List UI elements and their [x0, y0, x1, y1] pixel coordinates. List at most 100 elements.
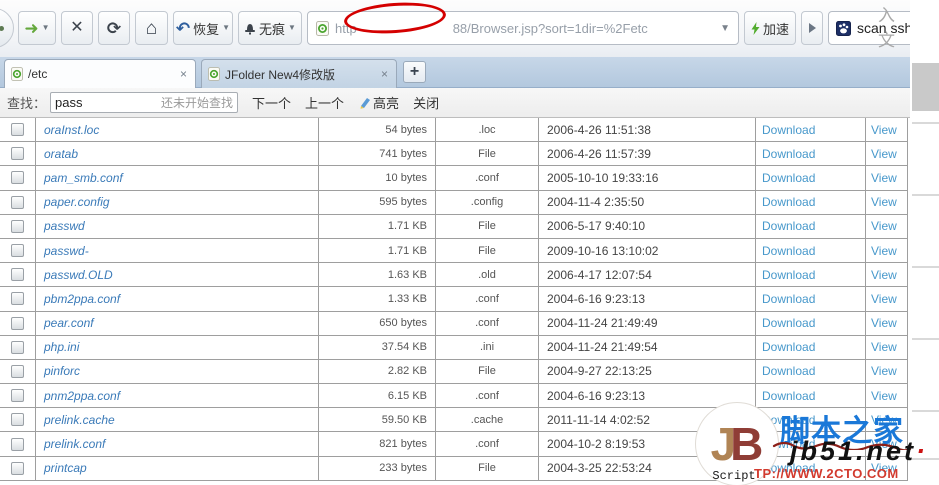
find-next-button[interactable]: 下一个 — [252, 93, 291, 112]
file-name-link[interactable]: prelink.conf — [44, 437, 105, 451]
file-type: .conf — [436, 166, 539, 189]
file-date: 2004-6-16 9:23:13 — [539, 384, 756, 407]
file-size: 2.82 KB — [319, 360, 436, 383]
download-link[interactable]: Download — [762, 364, 815, 378]
row-checkbox[interactable] — [11, 220, 24, 233]
file-name-link[interactable]: printcap — [44, 461, 87, 475]
url-dropdown-icon[interactable]: ▼ — [720, 23, 730, 34]
view-link[interactable]: View — [871, 389, 897, 403]
find-input[interactable]: pass 还未开始查找 — [50, 92, 238, 113]
download-link[interactable]: Download — [762, 147, 815, 161]
tab-close-icon[interactable]: × — [379, 67, 390, 81]
refresh-button[interactable]: ⟳ — [98, 11, 130, 45]
view-link[interactable]: View — [871, 340, 897, 354]
view-link[interactable]: View — [871, 219, 897, 233]
find-highlight-button[interactable]: 高亮 — [358, 93, 399, 112]
file-name-link[interactable]: pear.conf — [44, 316, 94, 330]
download-link[interactable]: Download — [762, 389, 815, 403]
download-link[interactable]: Download — [762, 461, 815, 475]
view-link[interactable]: View — [871, 147, 897, 161]
file-type: .cache — [436, 408, 539, 431]
file-name-link[interactable]: prelink.cache — [44, 413, 115, 427]
row-checkbox[interactable] — [11, 341, 24, 354]
download-link[interactable]: Download — [762, 413, 815, 427]
find-highlight-label: 高亮 — [373, 93, 399, 112]
chevron-down-icon: ▼ — [288, 24, 296, 32]
view-link[interactable]: View — [871, 413, 897, 427]
file-name-link[interactable]: pam_smb.conf — [44, 171, 123, 185]
file-name-link[interactable]: paper.config — [44, 195, 110, 209]
view-link[interactable]: View — [871, 316, 897, 330]
url-bar[interactable]: http 88/Browser.jsp?sort=1dir=%2Fetc ▼ — [307, 11, 739, 45]
find-close-button[interactable]: 关闭 — [413, 93, 439, 112]
file-name-link[interactable]: oraInst.loc — [44, 123, 99, 137]
forward-button[interactable]: ➜ ▼ — [18, 11, 56, 45]
file-date: 2004-11-24 21:49:49 — [539, 312, 756, 335]
download-link[interactable]: Download — [762, 437, 815, 451]
row-checkbox[interactable] — [11, 147, 24, 160]
file-name-link[interactable]: oratab — [44, 147, 78, 161]
speed-button[interactable]: 加速 — [744, 11, 796, 45]
download-link[interactable]: Download — [762, 268, 815, 282]
incognito-button[interactable]: 无痕 ▼ — [238, 11, 302, 45]
stop-button[interactable]: ✕ — [61, 11, 93, 45]
view-link[interactable]: View — [871, 292, 897, 306]
find-prev-button[interactable]: 上一个 — [305, 93, 344, 112]
background-line — [912, 458, 939, 460]
row-checkbox[interactable] — [11, 389, 24, 402]
row-checkbox[interactable] — [11, 438, 24, 451]
speed-label: 加速 — [763, 19, 789, 38]
row-checkbox[interactable] — [11, 413, 24, 426]
download-link[interactable]: Download — [762, 171, 815, 185]
file-date: 2004-6-16 9:23:13 — [539, 287, 756, 310]
file-name-link[interactable]: php.ini — [44, 340, 79, 354]
tab-jfolder[interactable]: JFolder New4修改版 × — [201, 59, 397, 88]
download-link[interactable]: Download — [762, 244, 815, 258]
download-link[interactable]: Download — [762, 219, 815, 233]
file-name-link[interactable]: pbm2ppa.conf — [44, 292, 120, 306]
browser-window: ➜ ▼ ✕ ⟳ ⌂ ↶ 恢复 ▼ 无痕 ▼ — [0, 0, 910, 481]
view-link[interactable]: View — [871, 268, 897, 282]
background-line — [912, 338, 939, 340]
download-link[interactable]: Download — [762, 340, 815, 354]
row-checkbox[interactable] — [11, 462, 24, 475]
row-checkbox[interactable] — [11, 123, 24, 136]
tab-etc[interactable]: /etc × — [4, 59, 196, 88]
file-date: 2004-9-27 22:13:25 — [539, 360, 756, 383]
view-link[interactable]: View — [871, 171, 897, 185]
new-tab-button[interactable]: + — [403, 61, 426, 83]
row-checkbox[interactable] — [11, 196, 24, 209]
download-link[interactable]: Download — [762, 292, 815, 306]
file-name-link[interactable]: passwd- — [44, 244, 89, 258]
row-checkbox[interactable] — [11, 268, 24, 281]
home-button[interactable]: ⌂ — [135, 11, 168, 45]
row-checkbox[interactable] — [11, 171, 24, 184]
search-engine-icon — [836, 21, 851, 36]
view-link[interactable]: View — [871, 364, 897, 378]
view-link[interactable]: View — [871, 461, 897, 475]
row-checkbox[interactable] — [11, 244, 24, 257]
row-checkbox[interactable] — [11, 317, 24, 330]
file-name-link[interactable]: passwd.OLD — [44, 268, 113, 282]
row-checkbox[interactable] — [11, 292, 24, 305]
download-link[interactable]: Download — [762, 195, 815, 209]
download-link[interactable]: Download — [762, 316, 815, 330]
page-right-margin — [910, 0, 939, 481]
view-link[interactable]: View — [871, 244, 897, 258]
file-type: File — [436, 457, 539, 480]
speed-expand-button[interactable] — [801, 11, 823, 45]
view-link[interactable]: View — [871, 195, 897, 209]
row-checkbox[interactable] — [11, 365, 24, 378]
download-link[interactable]: Download — [762, 123, 815, 137]
file-name-link[interactable]: pnm2ppa.conf — [44, 389, 120, 403]
view-link[interactable]: View — [871, 123, 897, 137]
file-size: 1.63 KB — [319, 263, 436, 286]
file-size: 1.33 KB — [319, 287, 436, 310]
tab-close-icon[interactable]: × — [178, 67, 189, 81]
file-name-link[interactable]: passwd — [44, 219, 85, 233]
restore-button[interactable]: ↶ 恢复 ▼ — [173, 11, 233, 45]
file-name-link[interactable]: pinforc — [44, 364, 80, 378]
file-size: 233 bytes — [319, 457, 436, 480]
view-link[interactable]: View — [871, 437, 897, 451]
file-date: 2004-11-4 2:35:50 — [539, 191, 756, 214]
